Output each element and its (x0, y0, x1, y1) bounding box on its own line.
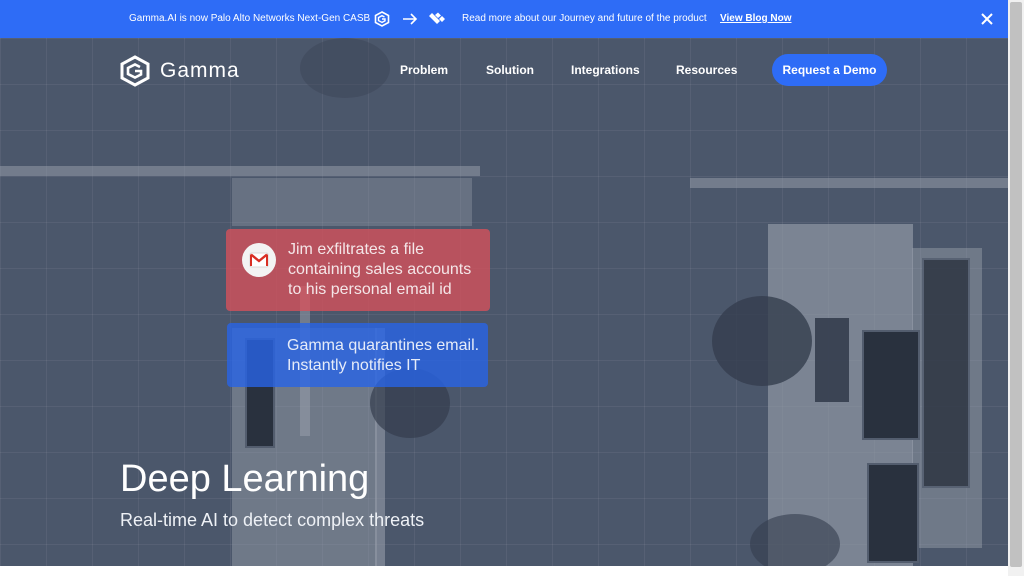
gamma-logo-icon (374, 11, 390, 27)
nav-item-integrations[interactable]: Integrations (571, 63, 640, 77)
close-icon[interactable] (980, 12, 994, 26)
announcement-more-text: Read more about our Journey and future o… (462, 13, 707, 24)
gmail-icon (242, 243, 276, 277)
request-demo-button[interactable]: Request a Demo (772, 54, 887, 86)
alert-card: Jim exfiltrates a file containing sales … (226, 229, 490, 311)
nav-item-problem[interactable]: Problem (400, 63, 448, 77)
brand-logo[interactable]: Gamma (120, 55, 239, 87)
alert-card-text: Jim exfiltrates a file containing sales … (288, 241, 472, 298)
page-scrollbar-thumb[interactable] (1010, 2, 1022, 567)
hero-subtitle: Real-time AI to detect complex threats (120, 510, 425, 530)
response-card: Gamma quarantines email. Instantly notif… (227, 323, 488, 387)
announcement-bar: Gamma.AI is now Palo Alto Networks Next-… (0, 0, 1008, 38)
brand-name: Gamma (160, 59, 240, 82)
announcement-text: Gamma.AI is now Palo Alto Networks Next-… (129, 13, 371, 24)
hero-title: Deep Learning (120, 458, 370, 500)
view-blog-link[interactable]: View Blog Now (720, 13, 792, 24)
arrow-right-icon (403, 13, 418, 25)
gamma-logo-icon (120, 55, 150, 87)
palo-alto-logo-icon (429, 12, 445, 24)
nav-item-resources[interactable]: Resources (676, 63, 737, 77)
response-card-text: Gamma quarantines email. Instantly notif… (287, 337, 480, 374)
nav-item-solution[interactable]: Solution (486, 63, 534, 77)
